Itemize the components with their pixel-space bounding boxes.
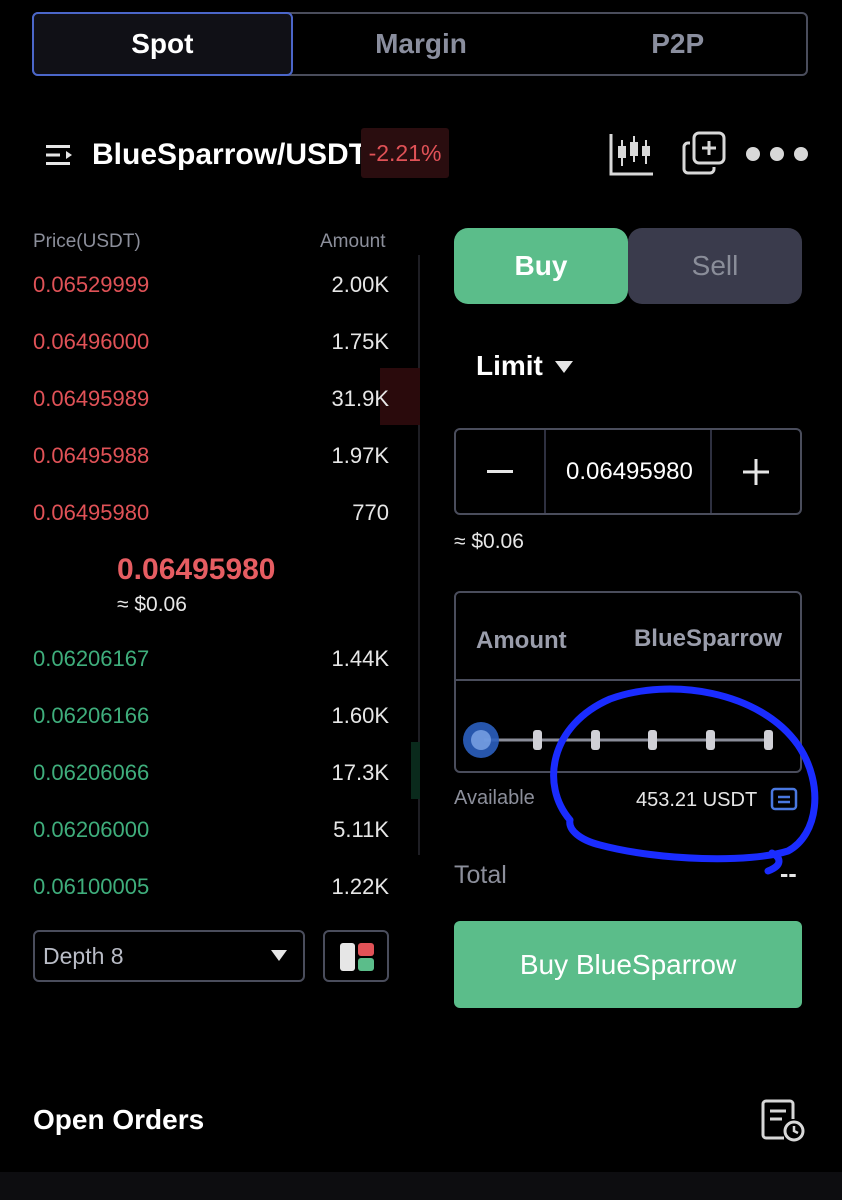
tab-spot[interactable]: Spot	[32, 12, 293, 76]
bid-price: 0.06206166	[33, 703, 150, 728]
bid-amount: 17.3K	[331, 760, 390, 785]
total-label: Total	[454, 861, 507, 889]
ask-row[interactable]: 0.06495988 1.97K	[33, 443, 389, 500]
submit-buy-button[interactable]: Buy BlueSparrow	[454, 921, 802, 1008]
price-change-badge: -2.21%	[361, 128, 449, 178]
trading-pair[interactable]: BlueSparrow/USDT	[92, 138, 367, 172]
bid-amount: 1.22K	[331, 874, 390, 899]
decrease-price-button[interactable]	[456, 430, 546, 513]
order-history-icon[interactable]	[760, 1097, 806, 1143]
caret-down-icon	[271, 950, 287, 961]
bid-row[interactable]: 0.06206066 17.3K	[33, 760, 389, 817]
depth-select[interactable]: Depth 8	[33, 930, 305, 982]
amount-column-header: Amount	[320, 231, 386, 252]
minus-icon	[487, 469, 513, 473]
open-orders-title[interactable]: Open Orders	[33, 1104, 204, 1136]
sell-button[interactable]: Sell	[628, 228, 802, 304]
ask-amount: 1.97K	[331, 443, 390, 468]
bid-amount: 1.60K	[331, 703, 390, 728]
ask-amount: 31.9K	[331, 386, 390, 411]
bid-price: 0.06206167	[33, 646, 150, 671]
price-input[interactable]	[566, 458, 706, 486]
orderbook-layout-button[interactable]	[323, 930, 389, 982]
price-approx-usd: ≈ $0.06	[454, 530, 524, 553]
bottom-strip	[0, 1172, 842, 1200]
layout-icon	[340, 943, 374, 971]
bid-row[interactable]: 0.06206000 5.11K	[33, 817, 389, 874]
bid-row[interactable]: 0.06100005 1.22K	[33, 874, 389, 931]
order-type-select[interactable]: Limit	[476, 350, 543, 382]
candlestick-chart-icon[interactable]	[609, 132, 655, 176]
amount-unit: BlueSparrow	[633, 625, 782, 652]
ask-amount: 1.75K	[331, 329, 390, 354]
price-column-header: Price(USDT)	[33, 231, 141, 252]
bid-row[interactable]: 0.06206167 1.44K	[33, 646, 389, 703]
market-tabs: Spot Margin P2P	[32, 12, 808, 76]
ask-row[interactable]: 0.06495989 31.9K	[33, 386, 389, 443]
plus-icon	[743, 458, 769, 485]
ask-row[interactable]: 0.06496000 1.75K	[33, 329, 389, 386]
tab-margin[interactable]: Margin	[293, 14, 550, 74]
bid-amount: 1.44K	[331, 646, 390, 671]
buy-button[interactable]: Buy	[454, 228, 628, 304]
bid-amount: 5.11K	[333, 817, 389, 842]
more-icon[interactable]	[744, 144, 810, 164]
annotation-circle	[550, 685, 819, 875]
bid-price: 0.06206066	[33, 760, 150, 785]
price-stepper	[454, 428, 802, 515]
caret-down-icon[interactable]	[555, 361, 573, 373]
depth-label: Depth 8	[43, 942, 124, 969]
tab-p2p[interactable]: P2P	[549, 14, 806, 74]
last-price[interactable]: 0.06495980	[117, 553, 276, 587]
ask-price: 0.06495988	[33, 443, 150, 468]
total-value: --	[780, 860, 797, 888]
ask-price: 0.06495980	[33, 500, 150, 525]
ask-amount: 770	[352, 500, 389, 525]
amount-label: Amount	[476, 627, 567, 654]
ask-price: 0.06495989	[33, 386, 150, 411]
ask-row[interactable]: 0.06495980 770	[33, 500, 389, 557]
ask-price: 0.06529999	[33, 272, 150, 297]
ask-amount: 2.00K	[331, 272, 390, 297]
ask-row[interactable]: 0.06529999 2.00K	[33, 272, 389, 329]
add-copy-icon[interactable]	[682, 131, 726, 175]
increase-price-button[interactable]	[710, 430, 800, 513]
ask-price: 0.06496000	[33, 329, 150, 354]
amount-separator	[456, 679, 800, 681]
last-price-usd: ≈ $0.06	[117, 593, 187, 616]
bid-depth-bar	[411, 742, 420, 799]
bid-price: 0.06100005	[33, 874, 150, 899]
bid-price: 0.06206000	[33, 817, 150, 842]
available-label: Available	[454, 787, 535, 809]
menu-icon[interactable]	[44, 142, 74, 168]
bid-row[interactable]: 0.06206166 1.60K	[33, 703, 389, 760]
